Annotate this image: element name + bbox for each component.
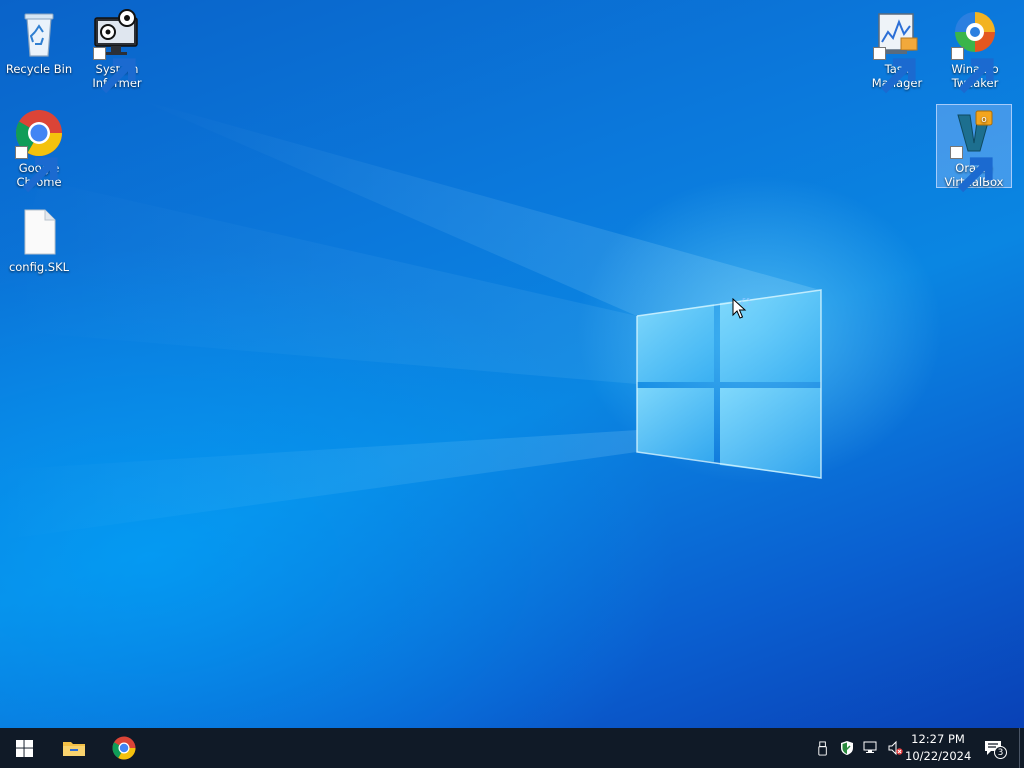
system-informer-icon <box>91 8 143 94</box>
windows-security-icon[interactable] <box>837 738 857 758</box>
svg-text:o: o <box>981 115 987 125</box>
usb-device-icon[interactable] <box>813 738 833 758</box>
show-desktop-button[interactable] <box>1019 728 1024 768</box>
shortcut-arrow-icon <box>93 47 136 94</box>
desktop-icon-oracle-virtualbox[interactable]: o Oracle VirtualBox <box>936 104 1012 193</box>
chrome-icon <box>112 736 136 760</box>
notification-count-badge: 3 <box>994 746 1007 759</box>
chrome-icon <box>13 107 65 193</box>
shortcut-arrow-icon <box>950 146 993 193</box>
clock-date: 10/22/2024 <box>905 749 972 763</box>
desktop-icon-label: Recycle Bin <box>5 62 73 76</box>
taskbar: 12:27 PM 10/22/2024 3 <box>0 728 1024 768</box>
winaero-tweaker-icon <box>949 8 1001 94</box>
wallpaper-art <box>0 100 822 540</box>
shortcut-arrow-icon <box>873 47 916 94</box>
file-icon <box>13 206 65 258</box>
desktop-icon-system-informer[interactable]: System Informer <box>79 6 155 94</box>
desktop-icon-winaero-tweaker[interactable]: Winaero Tweaker <box>937 6 1013 94</box>
clock-time: 12:27 PM <box>911 732 965 746</box>
taskbar-clock[interactable]: 12:27 PM 10/22/2024 <box>905 731 971 765</box>
action-center-button[interactable]: 3 <box>982 738 1007 759</box>
shortcut-arrow-icon <box>15 146 58 193</box>
desktop-icon-config-skl[interactable]: config.SKL <box>1 204 77 274</box>
mouse-cursor-icon <box>732 297 758 324</box>
start-button[interactable] <box>0 728 48 768</box>
taskbar-file-explorer-button[interactable] <box>50 728 98 768</box>
desktop[interactable]: Recycle Bin System Informer Google Chrom… <box>0 0 1024 728</box>
desktop-icon-google-chrome[interactable]: Google Chrome <box>1 105 77 193</box>
file-explorer-icon <box>63 742 85 756</box>
virtualbox-icon: o <box>948 107 1000 193</box>
desktop-icon-task-manager[interactable]: Task Manager <box>859 6 935 94</box>
taskbar-chrome-button[interactable] <box>100 728 148 768</box>
desktop-icon-recycle-bin[interactable]: Recycle Bin <box>1 6 77 76</box>
desktop-icon-label: config.SKL <box>8 260 70 274</box>
recycle-bin-icon <box>13 8 65 60</box>
network-icon[interactable] <box>861 738 881 758</box>
windows-start-icon <box>15 739 33 757</box>
action-center-icon: 3 <box>984 740 1007 759</box>
volume-muted-icon[interactable] <box>885 738 905 758</box>
shortcut-arrow-icon <box>951 47 994 94</box>
task-manager-icon <box>871 8 923 94</box>
